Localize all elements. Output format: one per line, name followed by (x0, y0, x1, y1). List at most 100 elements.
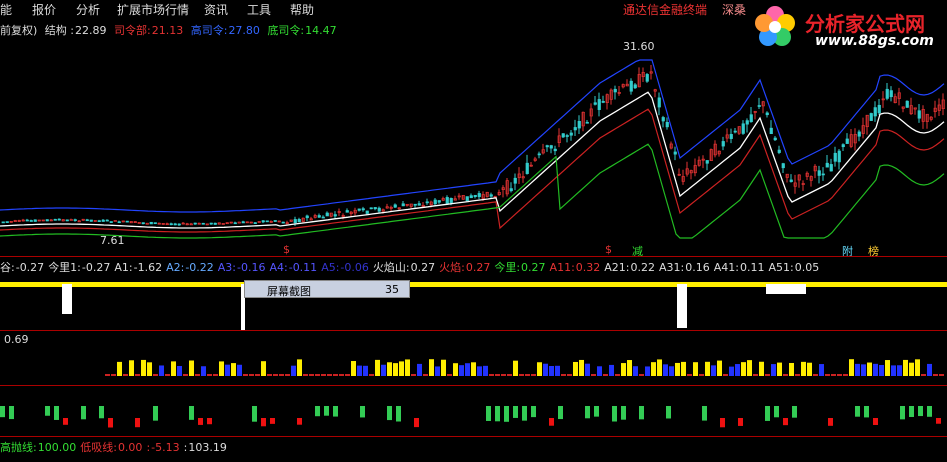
histogram-bar (753, 374, 758, 376)
histogram-bar (939, 374, 944, 376)
histogram-bar (555, 365, 560, 376)
candle-body (665, 121, 669, 128)
signal-bar (63, 418, 68, 425)
signal-bar (936, 418, 941, 424)
signal-bar (414, 418, 419, 428)
histogram-bar (723, 374, 728, 376)
signal-bar (522, 406, 527, 421)
histogram-bar (771, 364, 776, 376)
signal-bar (108, 418, 113, 428)
popup-value: 35 (385, 283, 399, 296)
histogram-bar (711, 365, 716, 376)
histogram-bar (315, 374, 320, 376)
histogram-bar (411, 374, 416, 376)
indicator-label-5: A4: (269, 261, 288, 274)
histogram-bar (567, 374, 572, 376)
candle-body (297, 219, 301, 223)
indicator-label-12: A31: (659, 261, 685, 274)
candle-body (333, 214, 337, 217)
main-chart-canvas[interactable] (0, 0, 947, 462)
candle-body (741, 123, 745, 134)
histogram-bar (843, 374, 848, 376)
candle-body (749, 114, 753, 123)
candle-body (125, 220, 129, 223)
candle-body (817, 170, 821, 176)
candle-body (857, 131, 861, 137)
histogram-bar (741, 362, 746, 376)
popup-label: 屏幕截图 (267, 285, 311, 298)
histogram-bar (459, 365, 464, 376)
candle-body (549, 145, 553, 149)
indicator-label-10: A11: (549, 261, 575, 274)
candle-body (777, 149, 781, 153)
candle-body (193, 222, 197, 225)
histogram-bar (573, 361, 578, 376)
candle-body (825, 162, 829, 168)
signal-bar (666, 406, 671, 419)
histogram-bar (915, 359, 920, 376)
indicator-label-3: A2: (166, 261, 185, 274)
histogram-bar (489, 374, 494, 376)
histogram-bar (519, 374, 524, 376)
candle-body (177, 223, 181, 226)
candle-body (769, 127, 773, 135)
candle-body (357, 208, 361, 211)
indicator-value-12: 0.16 (685, 261, 710, 274)
histogram-bar (201, 366, 206, 376)
candle-body (413, 203, 417, 206)
candle-body (477, 193, 481, 197)
signal-bar (738, 418, 743, 426)
candle-body (273, 220, 277, 222)
signal-bar (297, 418, 302, 425)
indicator-value-5: -0.11 (288, 261, 318, 274)
indicator-value-3: -0.22 (185, 261, 214, 274)
candle-body (525, 162, 529, 174)
candle-body (917, 110, 921, 119)
indicator-value-1: -0.27 (81, 261, 111, 274)
candle-body (369, 207, 373, 210)
candle-body (537, 153, 541, 156)
histogram-bar (735, 364, 740, 376)
histogram-bar (243, 374, 248, 376)
histogram-bar (249, 374, 254, 376)
candle-body (489, 194, 493, 197)
indicator-label-0: 谷: (0, 261, 15, 274)
indicator-row: 谷:-0.27 今里1:-0.27 A1:-1.62 A2:-0.22 A3:-0.16… (0, 259, 823, 275)
candle-body (53, 218, 57, 221)
candle-body (305, 215, 309, 219)
histogram-bar (357, 365, 362, 376)
signal-bar (189, 406, 194, 420)
candle-body (45, 219, 49, 222)
signal-bar (873, 418, 878, 425)
histogram-bar (363, 365, 368, 376)
candle-body (85, 219, 89, 222)
candle-body (773, 137, 777, 141)
indicator-value-8: 0.27 (465, 261, 491, 274)
candle-body (869, 113, 873, 121)
indicator-value-0: -0.27 (15, 261, 45, 274)
bottom-indicator-value-0: 100.00 (37, 441, 77, 454)
histogram-bar (135, 374, 140, 376)
histogram-bar (105, 374, 110, 376)
histogram-bar (207, 374, 212, 376)
histogram-bar (627, 360, 632, 376)
signal-bar (927, 406, 932, 417)
histogram-bar (417, 363, 422, 376)
signal-bar (198, 418, 203, 425)
signal-bar (504, 406, 509, 422)
signal-bar (702, 406, 707, 421)
histogram-bar (759, 361, 764, 376)
panel-separator-2 (0, 330, 947, 331)
candle-body (593, 102, 597, 105)
candle-body (417, 203, 421, 206)
screenshot-popup[interactable]: 屏幕截图 35 (244, 280, 410, 298)
candle-body (401, 203, 405, 207)
histogram-bar (261, 361, 266, 376)
indicator-value-10: 0.32 (575, 261, 601, 274)
candle-body (781, 163, 785, 169)
indicator-label-8: 火焰: (439, 261, 465, 274)
histogram-bar (669, 366, 674, 376)
candle-body (889, 90, 893, 98)
candle-body (449, 197, 453, 203)
signal-bar (9, 406, 14, 420)
